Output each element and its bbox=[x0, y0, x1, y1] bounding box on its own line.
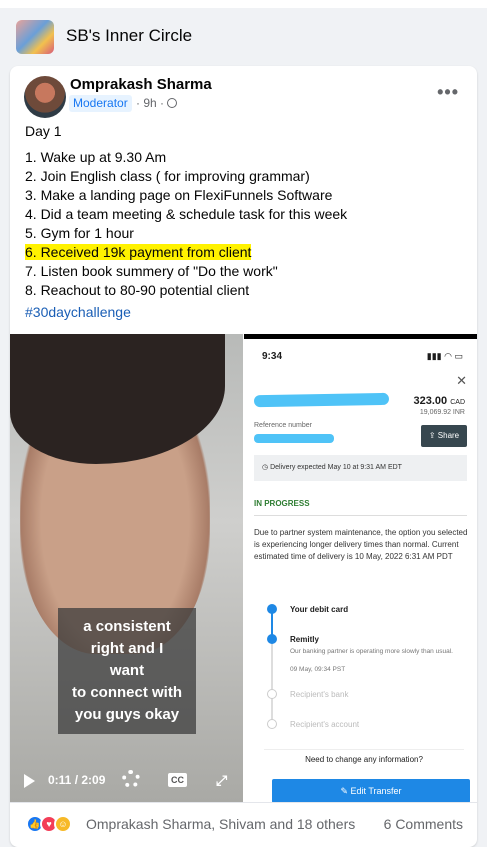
edit-transfer-button: ✎ Edit Transfer bbox=[272, 779, 470, 802]
comments-count[interactable]: 6 Comments bbox=[384, 816, 463, 832]
amount-currency: CAD bbox=[450, 399, 465, 406]
reactors-list[interactable]: Omprakash Sharma, Shivam and 18 others bbox=[86, 816, 355, 832]
globe-icon bbox=[167, 98, 178, 108]
post-line: 2. Join English class ( for improving gr… bbox=[25, 168, 310, 184]
play-icon[interactable] bbox=[24, 774, 35, 788]
share-button: ⇪ Share bbox=[421, 425, 467, 447]
post-time[interactable]: · 9h · bbox=[136, 96, 164, 110]
expand-icon[interactable]: ⤢ bbox=[216, 772, 227, 789]
delivery-text: Delivery expected May 10 at 9:31 AM EDT bbox=[270, 464, 402, 471]
caption-line: you guys okay bbox=[74, 706, 180, 723]
post-meta: · 9h · bbox=[136, 96, 178, 110]
caption-line: want bbox=[109, 662, 145, 679]
redaction-mark bbox=[253, 392, 390, 408]
post-card: Omprakash Sharma Moderator · 9h · ••• Da… bbox=[10, 66, 477, 847]
reactions-bar: 👍 ♥ ☺ Omprakash Sharma, Shivam and 18 ot… bbox=[10, 802, 477, 847]
payment-screenshot[interactable]: 9:34 ▮▮▮ ◠ ▭ ✕ 323.00 CAD 19,069.92 INR … bbox=[244, 334, 477, 802]
more-options-button[interactable]: ••• bbox=[437, 82, 459, 103]
timeline-dot-pending bbox=[267, 719, 277, 729]
timeline-step-time: 09 May, 09:34 PST bbox=[290, 666, 346, 673]
reference-label: Reference number bbox=[254, 422, 312, 429]
caption-line: a consistent bbox=[83, 618, 171, 635]
close-icon: ✕ bbox=[456, 373, 467, 388]
post-line: 4. Did a team meeting & schedule task fo… bbox=[25, 206, 348, 222]
post-line: 5. Gym for 1 hour bbox=[25, 225, 134, 241]
clock-icon: ◷ bbox=[262, 464, 269, 471]
avatar[interactable] bbox=[24, 76, 66, 118]
timeline-step: Your debit card bbox=[290, 605, 349, 614]
maintenance-notice: Due to partner system maintenance, the o… bbox=[254, 528, 468, 561]
post-body: Day 1 1. Wake up at 9.30 Am 2. Join Engl… bbox=[25, 122, 347, 322]
moderator-badge[interactable]: Moderator bbox=[69, 95, 132, 112]
post-line: 1. Wake up at 9.30 Am bbox=[25, 149, 167, 165]
author-name[interactable]: Omprakash Sharma bbox=[70, 76, 212, 93]
share-icon: ⇪ bbox=[428, 431, 436, 440]
timeline-step-note: Our banking partner is operating more sl… bbox=[290, 648, 453, 655]
post-line-highlighted: 6. Received 19k payment from client bbox=[25, 243, 347, 262]
group-name[interactable]: SB's Inner Circle bbox=[66, 26, 192, 46]
timeline-dot-done bbox=[267, 604, 277, 614]
video-caption: a consistent right and I want to connect… bbox=[58, 608, 196, 734]
timeline-step: Recipient's bank bbox=[290, 690, 349, 699]
redaction-mark bbox=[254, 434, 334, 443]
gear-icon[interactable] bbox=[122, 770, 140, 788]
cc-icon[interactable]: CC bbox=[168, 773, 187, 787]
timeline-step: Recipient's account bbox=[290, 720, 360, 729]
phone-time: 9:34 bbox=[262, 351, 283, 362]
delivery-banner: ◷ Delivery expected May 10 at 9:31 AM ED… bbox=[254, 455, 467, 481]
timeline-dot-pending bbox=[267, 689, 277, 699]
group-avatar[interactable] bbox=[16, 20, 54, 54]
share-label: Share bbox=[437, 431, 460, 440]
highlighted-text: 6. Received 19k payment from client bbox=[25, 244, 252, 260]
amount-value: 323.00 bbox=[413, 395, 448, 407]
timeline-step: Remitly bbox=[290, 635, 319, 644]
hashtag-link[interactable]: #30daychallenge bbox=[25, 303, 347, 322]
video-player[interactable]: a consistent right and I want to connect… bbox=[10, 334, 243, 802]
inr-amount: 19,069.92 INR bbox=[419, 409, 465, 416]
status-badge: IN PROGRESS bbox=[254, 499, 310, 508]
timeline-dot-done bbox=[267, 634, 277, 644]
caption-line: to connect with bbox=[72, 684, 182, 701]
caption-line: right and I bbox=[90, 640, 164, 657]
post-line: 3. Make a landing page on FlexiFunnels S… bbox=[25, 187, 333, 203]
post-line: Day 1 bbox=[25, 123, 62, 139]
post-line: 7. Listen book summery of "Do the work" bbox=[25, 263, 278, 279]
care-icon: ☺ bbox=[54, 815, 72, 833]
group-header: SB's Inner Circle bbox=[0, 0, 487, 62]
divider bbox=[254, 515, 467, 516]
post-line: 8. Reachout to 80-90 potential client bbox=[25, 282, 250, 298]
phone-status-icons: ▮▮▮ ◠ ▭ bbox=[426, 351, 463, 361]
video-time: 0:11 / 2:09 bbox=[48, 773, 106, 787]
reaction-icons[interactable]: 👍 ♥ ☺ bbox=[26, 815, 76, 835]
transfer-amount: 323.00 CAD bbox=[414, 395, 466, 407]
help-text: Need to change any information? bbox=[264, 749, 464, 769]
video-controls: 0:11 / 2:09 CC ⤢ bbox=[10, 764, 243, 802]
